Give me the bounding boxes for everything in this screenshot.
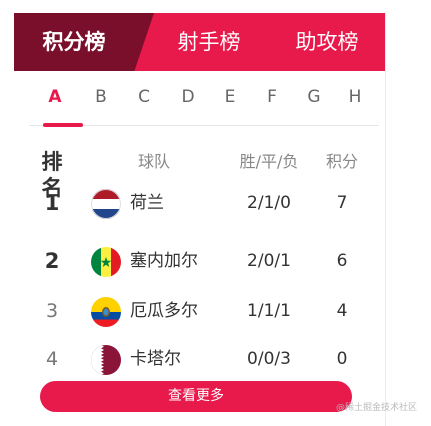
points-value: 7 xyxy=(336,193,348,213)
header-points: 积分 xyxy=(325,152,358,171)
team-name: 塞内加尔 xyxy=(130,251,198,271)
points-value: 4 xyxy=(336,301,348,321)
rank-value: 2 xyxy=(44,249,60,273)
team-name: 卡塔尔 xyxy=(130,349,181,369)
rank-value: 3 xyxy=(45,300,59,322)
group-tab-h[interactable]: H xyxy=(343,85,367,109)
group-tab-g[interactable]: G xyxy=(302,85,326,109)
senegal-flag-icon xyxy=(91,247,121,277)
group-tab-f[interactable]: F xyxy=(260,85,284,109)
group-selector: A B C D E F G H xyxy=(29,85,379,129)
table-row: 2 塞内加尔 2/0/1 6 xyxy=(14,243,385,279)
team-name: 荷兰 xyxy=(130,193,164,213)
wdl-value: 0/0/3 xyxy=(247,349,291,369)
wdl-value: 2/0/1 xyxy=(247,251,291,271)
standings-card: 积分榜 射手榜 助攻榜 A B C D E F G H 排名 球队 胜/平/负 … xyxy=(14,13,386,426)
tab-top-scorers[interactable]: 射手榜 xyxy=(154,13,264,71)
group-tab-c[interactable]: C xyxy=(132,85,156,109)
table-header: 排名 球队 胜/平/负 积分 xyxy=(14,149,385,200)
leaderboard-tabs: 积分榜 射手榜 助攻榜 xyxy=(14,13,385,71)
rank-value: 4 xyxy=(45,348,59,370)
wdl-value: 2/1/0 xyxy=(247,193,291,213)
qatar-flag-icon xyxy=(91,345,121,375)
wdl-value: 1/1/1 xyxy=(247,301,291,321)
group-tab-b[interactable]: B xyxy=(89,85,113,109)
ecuador-flag-icon xyxy=(91,297,121,327)
active-group-indicator xyxy=(43,123,83,127)
table-row: 3 厄瓜多尔 1/1/1 4 xyxy=(14,293,385,329)
points-value: 6 xyxy=(336,251,348,271)
group-tab-a[interactable]: A xyxy=(43,85,67,109)
team-name: 厄瓜多尔 xyxy=(130,301,198,321)
view-more-button[interactable]: 查看更多 xyxy=(40,381,352,412)
tab-top-assists[interactable]: 助攻榜 xyxy=(272,13,382,71)
group-tab-e[interactable]: E xyxy=(218,85,242,109)
group-tab-d[interactable]: D xyxy=(176,85,200,109)
tab-standings[interactable]: 积分榜 xyxy=(14,13,134,71)
watermark: @稀土掘金技术社区 xyxy=(336,403,418,413)
table-row: 4 卡塔尔 0/0/3 0 xyxy=(14,341,385,377)
netherlands-flag-icon xyxy=(91,189,121,219)
rank-value: 1 xyxy=(44,191,60,215)
header-team: 球队 xyxy=(137,152,170,171)
header-wdl: 胜/平/负 xyxy=(239,152,299,171)
table-row: 1 荷兰 2/1/0 7 xyxy=(14,185,385,221)
points-value: 0 xyxy=(336,349,348,369)
